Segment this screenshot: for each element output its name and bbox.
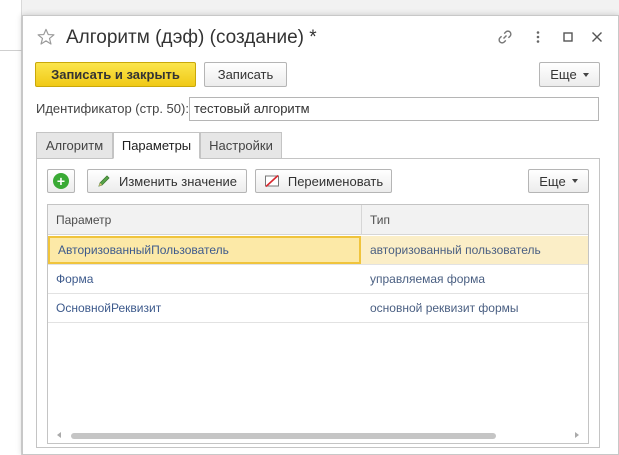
type-cell[interactable]: основной реквизит формы	[362, 294, 588, 322]
rename-icon	[264, 174, 279, 188]
scrollbar-thumb[interactable]	[71, 433, 496, 439]
parameter-cell[interactable]: АвторизованныйПользователь	[48, 236, 361, 264]
chevron-down-icon	[571, 179, 578, 183]
tab-parameters[interactable]: Параметры	[113, 132, 200, 159]
parameters-panel: + Изменить значение Переименовать Еще Па…	[36, 158, 600, 448]
change-value-label: Изменить значение	[118, 173, 237, 189]
more-actions-button[interactable]: Еще	[539, 62, 600, 87]
table-row[interactable]: АвторизованныйПользователь авторизованны…	[48, 236, 588, 265]
add-button[interactable]: +	[47, 169, 75, 193]
background-divider	[0, 50, 22, 51]
dialog-window: Алгоритм (дэф) (создание) * Записать и з…	[22, 15, 619, 455]
add-icon: +	[53, 173, 69, 189]
more-actions-label: Еще	[550, 67, 577, 82]
save-and-close-button[interactable]: Записать и закрыть	[35, 62, 196, 87]
window-title: Алгоритм (дэф) (создание) *	[66, 27, 317, 48]
chevron-down-icon	[582, 72, 589, 77]
scroll-left-icon[interactable]	[57, 432, 61, 438]
column-header-parameter[interactable]: Параметр	[48, 205, 361, 235]
table-header: Параметр Тип	[48, 205, 588, 235]
pencil-icon	[98, 175, 110, 187]
column-header-type[interactable]: Тип	[362, 205, 588, 235]
maximize-icon[interactable]	[560, 29, 576, 45]
table-row[interactable]: Форма управляемая форма	[48, 265, 588, 294]
rename-button[interactable]: Переименовать	[255, 169, 392, 193]
save-button[interactable]: Записать	[204, 62, 287, 87]
link-icon[interactable]	[497, 29, 513, 45]
params-more-button[interactable]: Еще	[528, 169, 589, 193]
identifier-input[interactable]: тестовый алгоритм	[189, 97, 599, 121]
title-bar: Алгоритм (дэф) (создание) *	[23, 16, 618, 58]
scroll-right-icon[interactable]	[575, 432, 579, 438]
type-cell[interactable]: авторизованный пользователь	[362, 236, 588, 264]
more-vertical-icon[interactable]	[530, 29, 546, 45]
rename-label: Переименовать	[287, 173, 384, 189]
change-value-button[interactable]: Изменить значение	[87, 169, 247, 193]
horizontal-scrollbar[interactable]	[48, 427, 588, 443]
background-window	[0, 0, 22, 455]
close-icon[interactable]	[589, 29, 605, 45]
identifier-label: Идентификатор (стр. 50):	[36, 101, 189, 116]
parameter-cell[interactable]: ОсновнойРеквизит	[48, 294, 361, 322]
parameters-table: Параметр Тип АвторизованныйПользователь …	[47, 204, 589, 444]
favorite-star-icon[interactable]	[37, 28, 55, 46]
parameter-cell[interactable]: Форма	[48, 265, 361, 293]
tab-settings[interactable]: Настройки	[200, 132, 282, 159]
type-cell[interactable]: управляемая форма	[362, 265, 588, 293]
table-row[interactable]: ОсновнойРеквизит основной реквизит формы	[48, 294, 588, 323]
tab-algorithm[interactable]: Алгоритм	[36, 132, 113, 159]
params-more-label: Еще	[539, 173, 566, 189]
